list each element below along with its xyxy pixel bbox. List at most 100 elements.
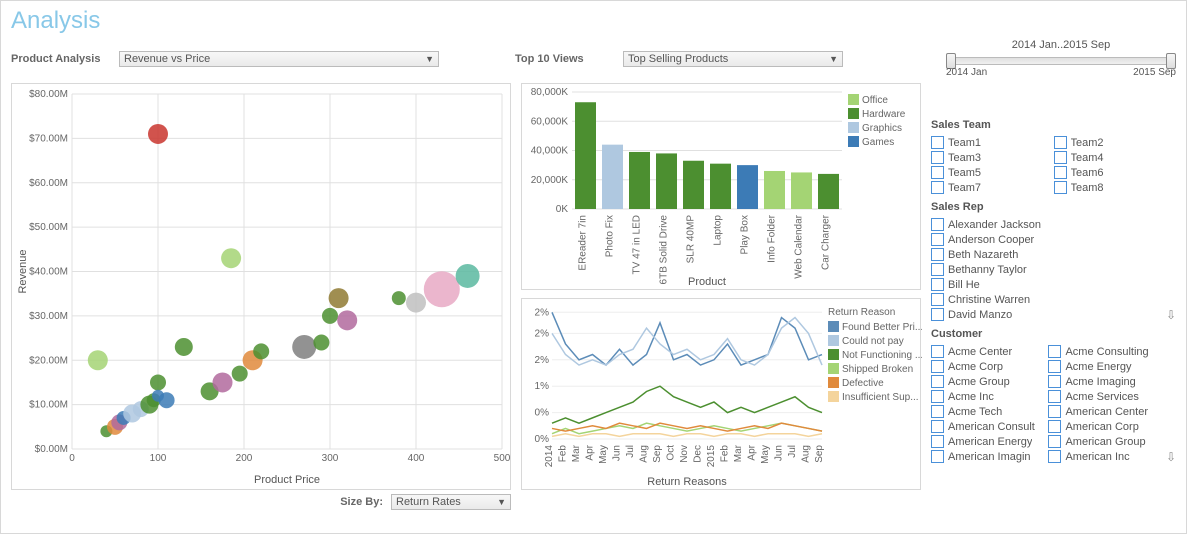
- checkbox-icon[interactable]: [931, 308, 944, 321]
- top10-dropdown[interactable]: Top Selling Products ▼: [623, 51, 843, 67]
- checkbox-icon[interactable]: [1048, 375, 1061, 388]
- filter-item[interactable]: American Energy: [931, 434, 1048, 449]
- svg-text:80,000K: 80,000K: [531, 87, 569, 98]
- filter-item[interactable]: Alexander Jackson: [931, 217, 1166, 232]
- svg-text:Info Folder: Info Folder: [767, 214, 778, 262]
- checkbox-icon[interactable]: [1054, 136, 1067, 149]
- checkbox-icon[interactable]: [1054, 166, 1067, 179]
- timeline-slider[interactable]: 2014 Jan..2015 Sep 2014 Jan 2015 Sep: [946, 39, 1176, 79]
- filter-item[interactable]: Team4: [1054, 150, 1177, 165]
- svg-text:0K: 0K: [556, 204, 569, 215]
- checkbox-icon[interactable]: [931, 450, 944, 463]
- checkbox-icon[interactable]: [931, 218, 944, 231]
- product-analysis-value: Revenue vs Price: [124, 53, 210, 65]
- product-analysis-dropdown[interactable]: Revenue vs Price ▼: [119, 51, 439, 67]
- svg-text:400: 400: [408, 453, 425, 464]
- checkbox-icon[interactable]: [1048, 360, 1061, 373]
- filter-item[interactable]: Acme Center: [931, 344, 1048, 359]
- filter-item-label: Bill He: [948, 279, 980, 291]
- checkbox-icon[interactable]: [931, 233, 944, 246]
- checkbox-icon[interactable]: [1048, 435, 1061, 448]
- filter-item[interactable]: Acme Corp: [931, 359, 1048, 374]
- filter-item[interactable]: Acme Inc: [931, 389, 1048, 404]
- checkbox-icon[interactable]: [1054, 181, 1067, 194]
- svg-text:40,000K: 40,000K: [531, 146, 569, 157]
- filter-item[interactable]: American Imagin: [931, 449, 1048, 464]
- svg-text:Sep: Sep: [814, 445, 825, 463]
- filter-item[interactable]: Team8: [1054, 180, 1177, 195]
- checkbox-icon[interactable]: [931, 420, 944, 433]
- filter-item[interactable]: Beth Nazareth: [931, 247, 1166, 262]
- filter-item[interactable]: Acme Group: [931, 374, 1048, 389]
- checkbox-icon[interactable]: [931, 136, 944, 149]
- filter-item[interactable]: Acme Tech: [931, 404, 1048, 419]
- filter-item[interactable]: Bill He: [931, 277, 1166, 292]
- slider-track[interactable]: [946, 57, 1176, 65]
- checkbox-icon[interactable]: [1048, 405, 1061, 418]
- filter-item-label: Acme Imaging: [1065, 376, 1135, 388]
- filter-item[interactable]: American Inc: [1048, 449, 1165, 464]
- product-analysis-label: Product Analysis: [11, 53, 111, 65]
- sales-rep-title: Sales Rep: [931, 201, 1176, 213]
- filter-item[interactable]: American Consult: [931, 419, 1048, 434]
- filter-item[interactable]: Team3: [931, 150, 1054, 165]
- filter-item[interactable]: Anderson Cooper: [931, 232, 1166, 247]
- checkbox-icon[interactable]: [931, 390, 944, 403]
- checkbox-icon[interactable]: [1048, 450, 1061, 463]
- filter-item[interactable]: David Manzo: [931, 307, 1166, 322]
- filter-item-label: Acme Inc: [948, 391, 994, 403]
- checkbox-icon[interactable]: [931, 293, 944, 306]
- checkbox-icon[interactable]: [931, 278, 944, 291]
- page-title: Analysis: [11, 7, 1176, 35]
- svg-text:2014: 2014: [544, 445, 555, 468]
- filter-item[interactable]: Acme Consulting: [1048, 344, 1165, 359]
- checkbox-icon[interactable]: [931, 405, 944, 418]
- scroll-down-icon[interactable]: ⇩: [1166, 450, 1176, 464]
- svg-text:Product Price: Product Price: [254, 474, 320, 486]
- filter-item-label: Acme Group: [948, 376, 1010, 388]
- filter-item[interactable]: Team6: [1054, 165, 1177, 180]
- filter-item[interactable]: Christine Warren: [931, 292, 1166, 307]
- checkbox-icon[interactable]: [931, 360, 944, 373]
- filter-item[interactable]: Team2: [1054, 135, 1177, 150]
- svg-text:300: 300: [322, 453, 339, 464]
- checkbox-icon[interactable]: [931, 248, 944, 261]
- filter-item[interactable]: American Corp: [1048, 419, 1165, 434]
- svg-text:May: May: [598, 445, 609, 464]
- filter-item-label: American Group: [1065, 436, 1145, 448]
- checkbox-icon[interactable]: [931, 151, 944, 164]
- svg-text:200: 200: [236, 453, 253, 464]
- checkbox-icon[interactable]: [1048, 345, 1061, 358]
- checkbox-icon[interactable]: [1054, 151, 1067, 164]
- checkbox-icon[interactable]: [931, 263, 944, 276]
- filter-item[interactable]: Team7: [931, 180, 1054, 195]
- filter-item[interactable]: Team1: [931, 135, 1054, 150]
- checkbox-icon[interactable]: [1048, 390, 1061, 403]
- checkbox-icon[interactable]: [931, 166, 944, 179]
- filter-item-label: American Center: [1065, 406, 1148, 418]
- svg-text:May: May: [760, 445, 771, 464]
- filter-item[interactable]: American Center: [1048, 404, 1165, 419]
- checkbox-icon[interactable]: [1048, 420, 1061, 433]
- filter-item[interactable]: Acme Energy: [1048, 359, 1165, 374]
- filter-item[interactable]: Acme Services: [1048, 389, 1165, 404]
- checkbox-icon[interactable]: [931, 375, 944, 388]
- size-by-row: Size By: Return Rates ▼: [11, 494, 511, 510]
- checkbox-icon[interactable]: [931, 181, 944, 194]
- scroll-down-icon[interactable]: ⇩: [1166, 308, 1176, 322]
- checkbox-icon[interactable]: [931, 345, 944, 358]
- svg-text:1%: 1%: [535, 381, 550, 392]
- size-by-dropdown[interactable]: Return Rates ▼: [391, 494, 511, 510]
- svg-text:$80.00M: $80.00M: [29, 89, 68, 100]
- filter-panel: Sales Team Team1Team2Team3Team4Team5Team…: [931, 83, 1176, 514]
- chevron-down-icon: ▼: [425, 54, 434, 64]
- filter-item[interactable]: Acme Imaging: [1048, 374, 1165, 389]
- checkbox-icon[interactable]: [931, 435, 944, 448]
- svg-text:Dec: Dec: [693, 445, 704, 463]
- filter-item[interactable]: Team5: [931, 165, 1054, 180]
- svg-text:Could not pay: Could not pay: [842, 336, 904, 347]
- filter-item[interactable]: Bethanny Taylor: [931, 262, 1166, 277]
- filter-item-label: Acme Tech: [948, 406, 1002, 418]
- filter-item[interactable]: American Group: [1048, 434, 1165, 449]
- svg-text:60,000K: 60,000K: [531, 116, 569, 127]
